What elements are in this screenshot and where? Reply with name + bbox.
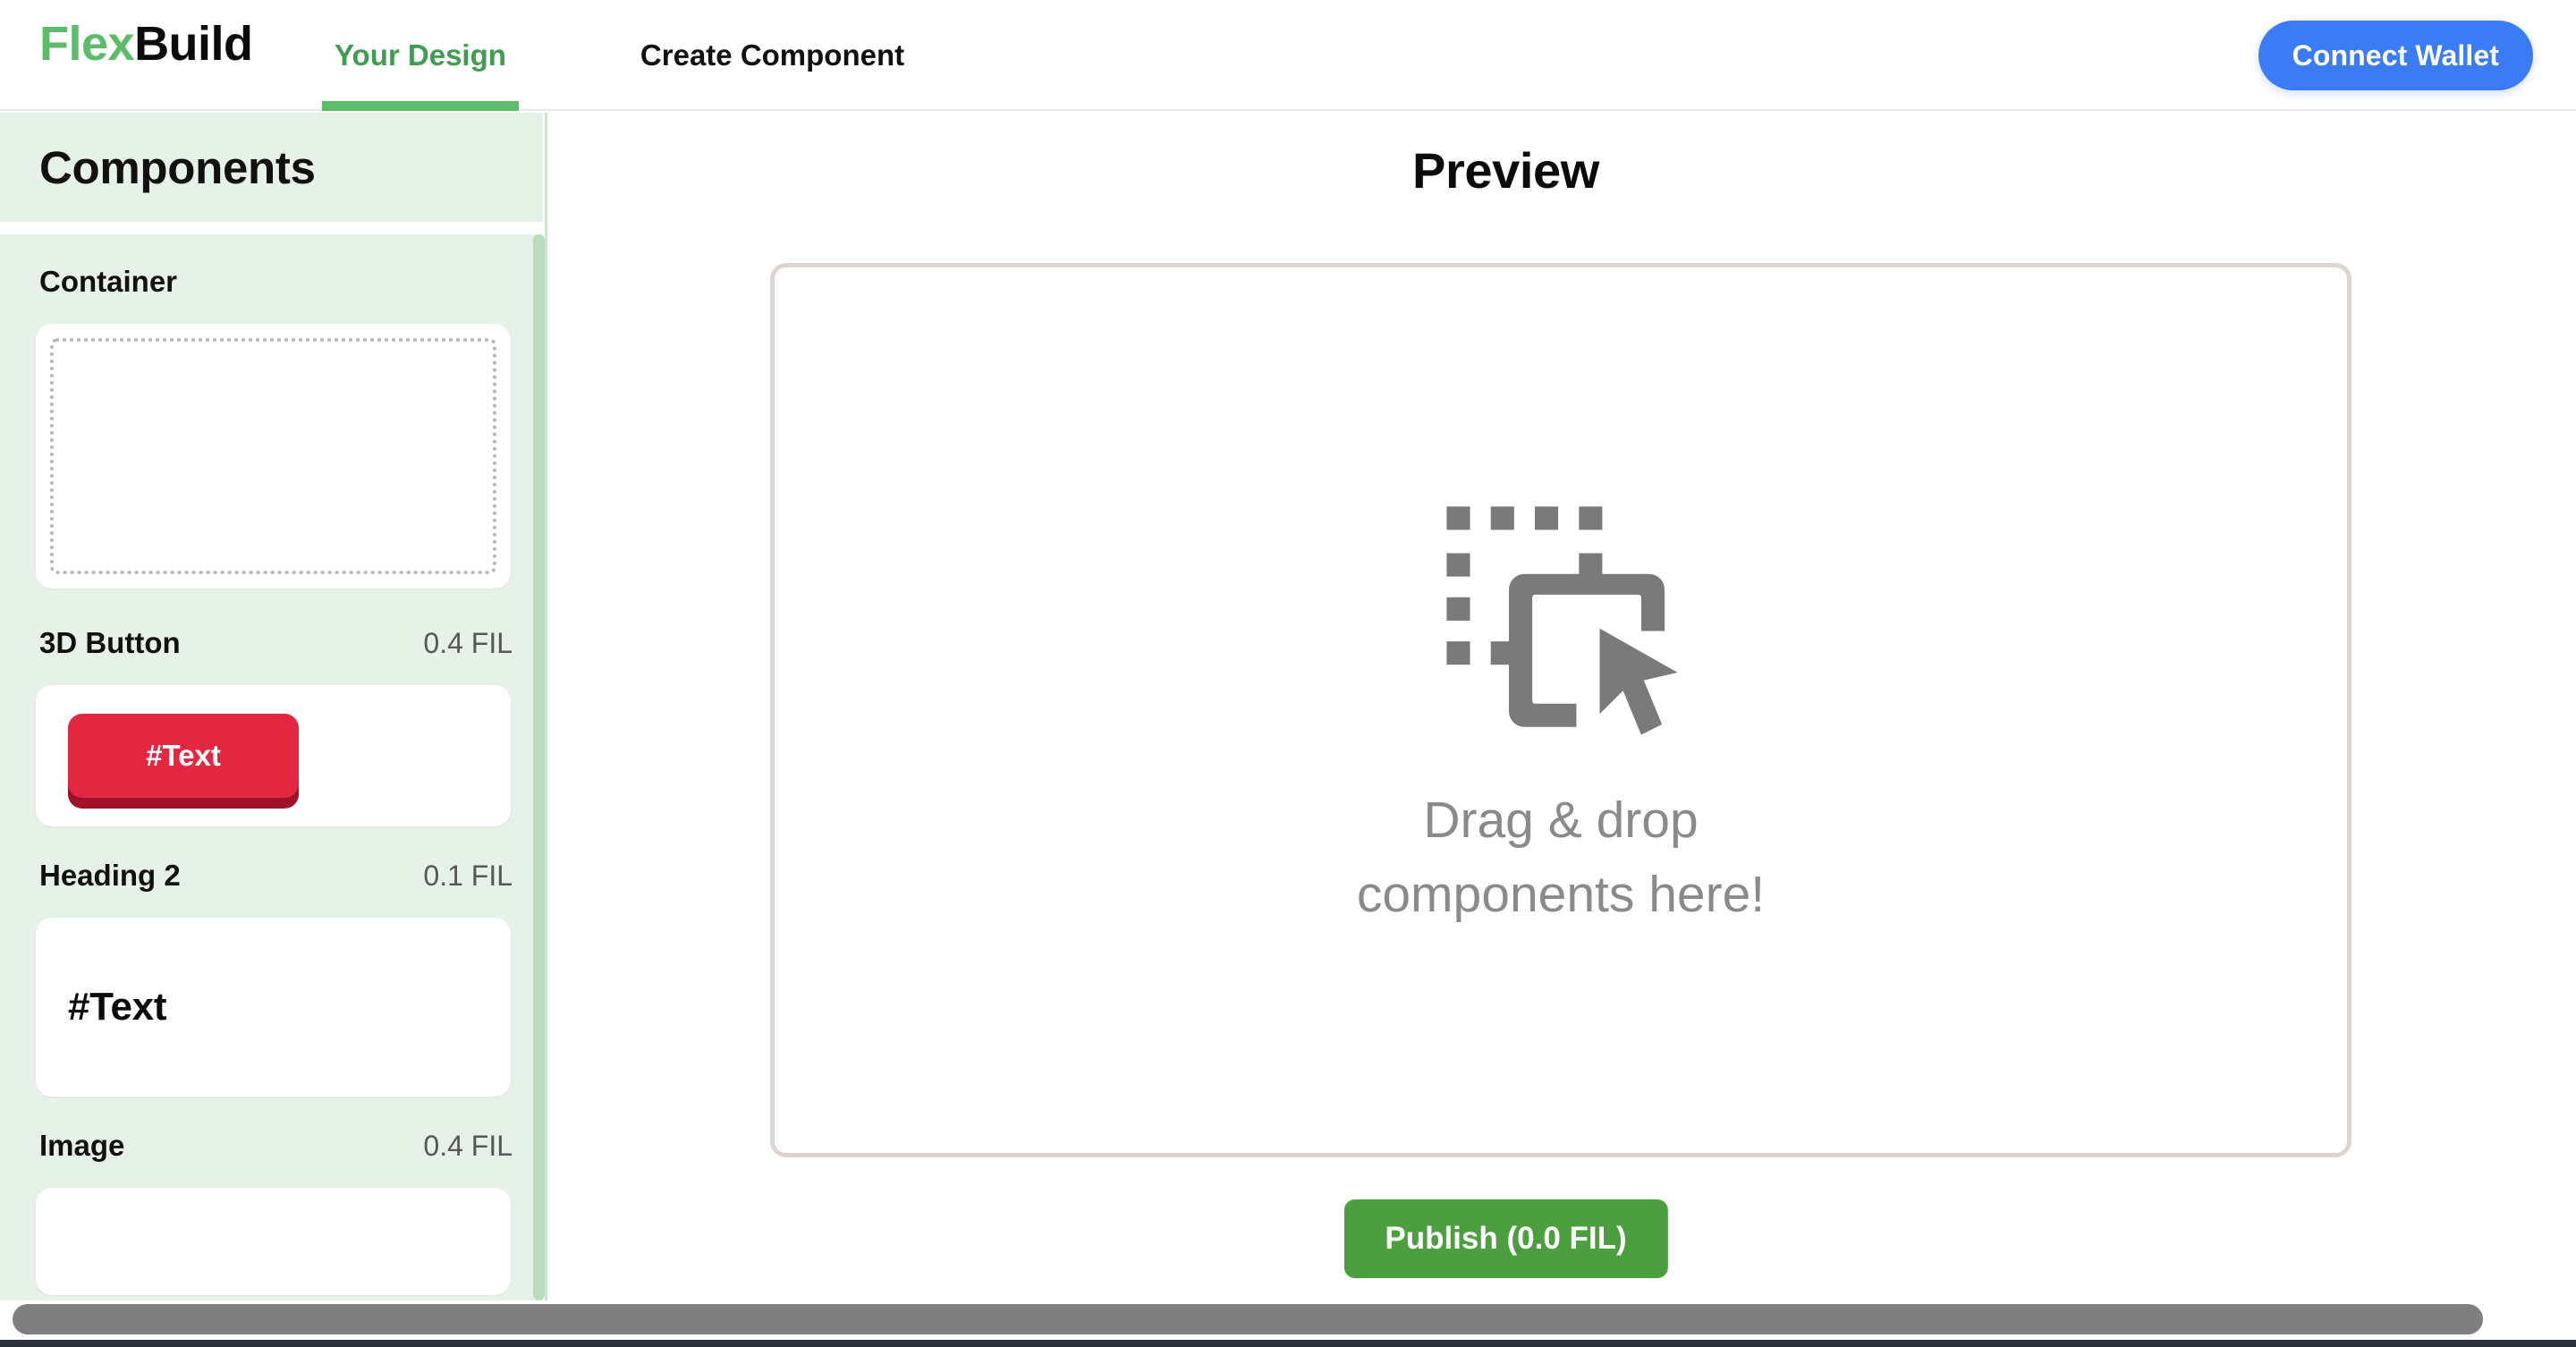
component-preview-image[interactable] [36, 1188, 511, 1295]
app-root: FlexBuild Your Design Create Component C… [0, 0, 2576, 1347]
component-price: 0.4 FIL [423, 627, 513, 659]
sidebar-vertical-scrollbar[interactable] [533, 234, 545, 1300]
component-price: 0.1 FIL [423, 860, 513, 892]
component-preview-heading-2[interactable]: #Text [36, 918, 511, 1097]
component-header-container: Container [0, 265, 543, 311]
list-top-padding [0, 234, 543, 265]
sidebar-header: Components [0, 113, 543, 222]
publish-button[interactable]: Publish (0.0 FIL) [1343, 1199, 1668, 1278]
drop-zone-line-2: components here! [1356, 866, 1766, 923]
dashed-placeholder-box [50, 338, 496, 574]
list-gap [0, 1097, 543, 1129]
component-price: 0.4 FIL [423, 1130, 513, 1162]
drop-zone-line-1: Drag & drop [1423, 792, 1699, 850]
drop-zone-message: Drag & drop components here! [1357, 784, 1765, 931]
component-name: Heading 2 [39, 859, 181, 892]
list-item[interactable]: Heading 2 0.1 FIL #Text [0, 859, 543, 1097]
preview-panel: Preview Drag & drop components here! Pub… [550, 113, 2576, 1300]
drag-drop-icon [1446, 506, 1678, 735]
logo-text-flex: Flex [39, 17, 135, 71]
list-item[interactable]: Container [0, 265, 543, 589]
components-sidebar: Components Container 3D Button 0.4 FIL #… [0, 113, 547, 1300]
sidebar-title: Components [39, 141, 316, 193]
tab-your-design-label: Your Design [335, 38, 506, 72]
logo-text-build: Build [134, 17, 253, 71]
component-header-image: Image 0.4 FIL [0, 1129, 543, 1175]
top-navbar: FlexBuild Your Design Create Component C… [0, 0, 2576, 111]
component-header-heading-2: Heading 2 0.1 FIL [0, 859, 543, 905]
component-name: Container [39, 265, 178, 298]
components-list[interactable]: Container 3D Button 0.4 FIL #Text Headin… [0, 234, 543, 1300]
horizontal-scrollbar-thumb[interactable] [13, 1304, 2483, 1334]
horizontal-scrollbar-track[interactable] [0, 1300, 2576, 1340]
component-name: 3D Button [39, 626, 181, 659]
tab-your-design[interactable]: Your Design [322, 0, 519, 111]
tab-create-component[interactable]: Create Component [628, 0, 917, 111]
list-gap [0, 589, 543, 626]
app-logo[interactable]: FlexBuild [39, 20, 253, 68]
component-preview-container[interactable] [36, 324, 511, 589]
preview-heading-text: #Text [68, 985, 167, 1029]
page-title: Preview [1412, 142, 1599, 199]
list-item[interactable]: 3D Button 0.4 FIL #Text [0, 626, 543, 826]
list-gap [0, 826, 543, 859]
component-name: Image [39, 1129, 125, 1162]
nav-tabs: Your Design Create Component [322, 0, 917, 111]
component-header-3d-button: 3D Button 0.4 FIL [0, 626, 543, 673]
connect-wallet-button[interactable]: Connect Wallet [2258, 21, 2533, 90]
drop-zone[interactable]: Drag & drop components here! [770, 263, 2351, 1157]
preview-3d-button[interactable]: #Text [68, 714, 299, 798]
window-bottom-edge [0, 1340, 2576, 1347]
tab-create-component-label: Create Component [640, 38, 905, 72]
list-item[interactable]: Image 0.4 FIL [0, 1129, 543, 1295]
component-preview-3d-button[interactable]: #Text [36, 685, 511, 826]
